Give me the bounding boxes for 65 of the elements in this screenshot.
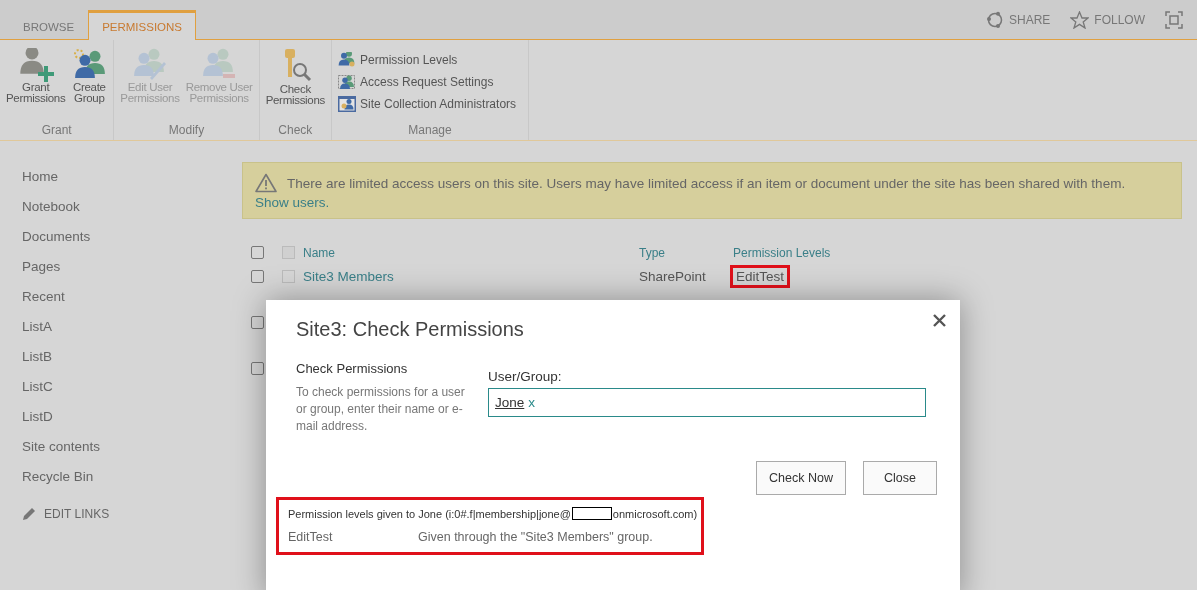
permission-source: Given through the "Site3 Members" group. [418,530,653,544]
edit-users-icon [132,48,168,82]
share-button[interactable]: SHARE [986,10,1051,29]
star-icon [1070,10,1090,29]
nav-link[interactable]: Recycle Bin [22,469,94,484]
permission-level: EditTest [288,530,333,544]
result-heading: onmicrosoft.com) [612,507,698,520]
field-label: User/Group: [488,369,563,384]
group-label: Check [277,123,314,139]
table-cell: SharePoint [639,269,706,284]
close-button[interactable]: Close [863,461,937,495]
ribbon-tab[interactable]: PERMISSIONS [88,10,196,40]
share-icon [986,10,1004,29]
nav-link[interactable]: ListA [22,319,52,334]
section-title: Check Permissions [296,361,409,376]
group-label: Modify [167,123,206,139]
group-link[interactable]: Site3 Members [303,269,394,284]
nav-link[interactable]: ListC [22,379,53,394]
ribbon-button[interactable]: Permission Levels [338,52,517,68]
ribbon-button[interactable]: Create Group [69,48,110,123]
user-group-field[interactable]: Jone x [488,388,926,417]
column-header[interactable]: Name [303,246,335,260]
section-description: To check permissions for a user or group, enter their name or e-mail address. [296,384,466,435]
user-token[interactable]: Jone [495,395,525,410]
row-checkbox[interactable] [251,270,264,283]
check-now-button[interactable]: Check Now [756,461,846,495]
follow-button[interactable]: FOLLOW [1070,10,1145,29]
ribbon-button[interactable]: Access Request Settings [338,74,517,90]
pencil-icon [22,507,36,521]
nav-link[interactable]: Recent [22,289,65,304]
nav-link[interactable]: Notebook [22,199,80,214]
ribbon-button[interactable]: Grant Permissions [4,48,68,123]
group-label: Grant [40,123,73,139]
nav-link[interactable]: Site contents [22,439,101,454]
item-checkbox[interactable] [282,270,295,283]
users-key-icon [338,52,356,68]
admin-users-icon [338,96,356,112]
redacted-area [571,507,612,520]
show-users-link[interactable]: Show users. [255,195,330,210]
warning-icon [255,173,277,193]
header-checkbox[interactable] [282,245,295,259]
table-cell: EditTest [733,268,788,285]
ribbon-button[interactable]: Check Permissions [263,48,327,123]
group-label: Manage [407,123,453,139]
ribbon-button[interactable]: Site Collection Administrators [338,96,517,112]
ribbon-tab[interactable]: BROWSE [9,10,89,40]
nav-link[interactable]: ListB [22,349,52,364]
focus-icon [1165,10,1183,29]
row-checkbox[interactable] [251,316,264,329]
dialog-title: Site3: Check Permissions [296,318,524,341]
add-user-icon [17,48,54,82]
result-heading: Permission levels given to Jone (i:0#.f|membership|jone@ [288,507,571,520]
nav-link[interactable]: Pages [22,259,61,274]
row-checkbox[interactable] [251,362,264,375]
focus-mode-button[interactable] [1165,10,1183,29]
column-header[interactable]: Permission Levels [733,246,831,260]
select-all-checkbox[interactable] [251,245,264,259]
nav-link[interactable]: Home [22,169,58,184]
users-settings-icon [338,74,356,90]
edit-links-link[interactable]: EDIT LINKS [44,507,110,521]
nav-link[interactable]: Documents [22,229,91,244]
nav-link[interactable]: ListD [22,409,53,424]
remove-token[interactable]: x [528,395,536,410]
warning-text: There are limited access users on this site. Users may have limited access if an item or document under the site has been shared with them. [287,175,1126,191]
column-header[interactable]: Type [639,246,665,260]
